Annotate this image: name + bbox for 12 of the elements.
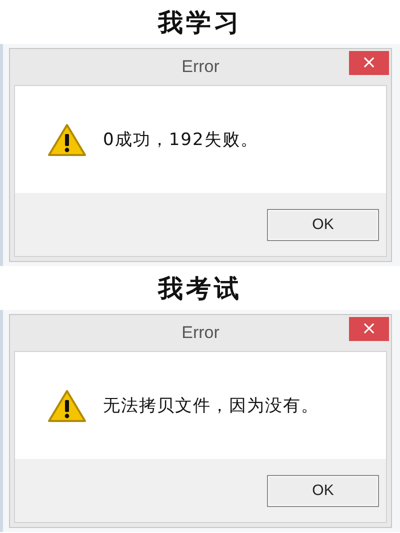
- ok-button[interactable]: OK: [267, 208, 379, 240]
- window-title: Error: [182, 323, 220, 343]
- close-button[interactable]: ×: [349, 317, 389, 341]
- error-message: 无法拷贝文件，因为没有。: [103, 395, 319, 417]
- caption: 我考试: [156, 272, 243, 304]
- ok-button[interactable]: OK: [267, 474, 379, 506]
- warning-icon: [47, 388, 87, 422]
- window-title: Error: [182, 57, 220, 77]
- warning-icon: [47, 122, 87, 156]
- caption: 我学习: [156, 6, 243, 38]
- error-message: 0成功，192失败。: [103, 129, 258, 151]
- close-button[interactable]: ×: [349, 51, 389, 75]
